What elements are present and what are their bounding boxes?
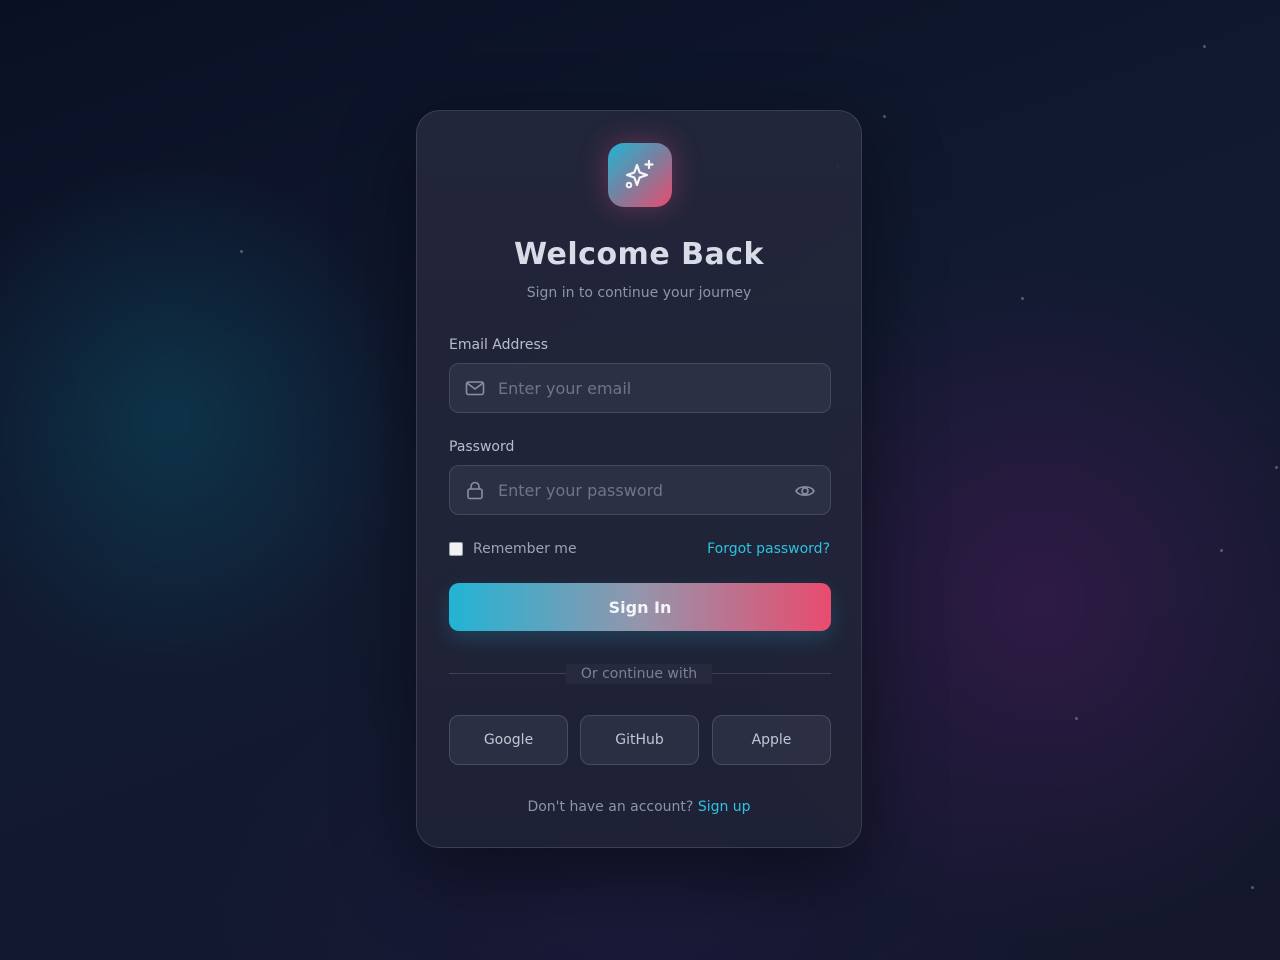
- email-field-container: [449, 363, 831, 413]
- eye-icon[interactable]: [794, 480, 816, 502]
- remember-me-option[interactable]: Remember me: [449, 541, 577, 557]
- remember-me-checkbox[interactable]: [449, 542, 463, 556]
- mail-icon: [465, 381, 485, 396]
- password-field-container: [449, 465, 831, 515]
- background-star: [240, 250, 243, 253]
- background-star: [1075, 717, 1078, 720]
- divider-label-wrapper: Or continue with: [417, 663, 861, 684]
- remember-me-label: Remember me: [473, 541, 577, 557]
- app-logo: [608, 143, 672, 207]
- google-button[interactable]: Google: [449, 715, 568, 765]
- background-star: [1203, 45, 1206, 48]
- sign-in-button[interactable]: Sign In: [449, 583, 831, 631]
- signup-prompt-text: Don't have an account?: [527, 799, 694, 815]
- sparkles-icon: [625, 159, 654, 189]
- background-star: [1251, 886, 1254, 889]
- login-card: Welcome Back Sign in to continue your jo…: [416, 110, 862, 848]
- page-title: Welcome Back: [514, 237, 764, 272]
- page-subtitle: Sign in to continue your journey: [526, 285, 752, 301]
- sign-up-link[interactable]: Sign up: [698, 799, 751, 815]
- signup-prompt: Don't have an account? Sign up: [417, 799, 861, 815]
- password-label: Password: [449, 439, 515, 455]
- background-star: [883, 115, 886, 118]
- background-star: [1220, 549, 1223, 552]
- apple-button[interactable]: Apple: [712, 715, 831, 765]
- divider-label: Or continue with: [565, 664, 713, 684]
- forgot-password-link[interactable]: Forgot password?: [707, 541, 830, 557]
- background-star: [1021, 297, 1024, 300]
- background-star: [1275, 466, 1278, 469]
- email-input[interactable]: [498, 364, 768, 412]
- github-button[interactable]: GitHub: [580, 715, 699, 765]
- lock-icon: [467, 481, 483, 500]
- email-label: Email Address: [449, 337, 549, 353]
- password-input[interactable]: [498, 466, 768, 514]
